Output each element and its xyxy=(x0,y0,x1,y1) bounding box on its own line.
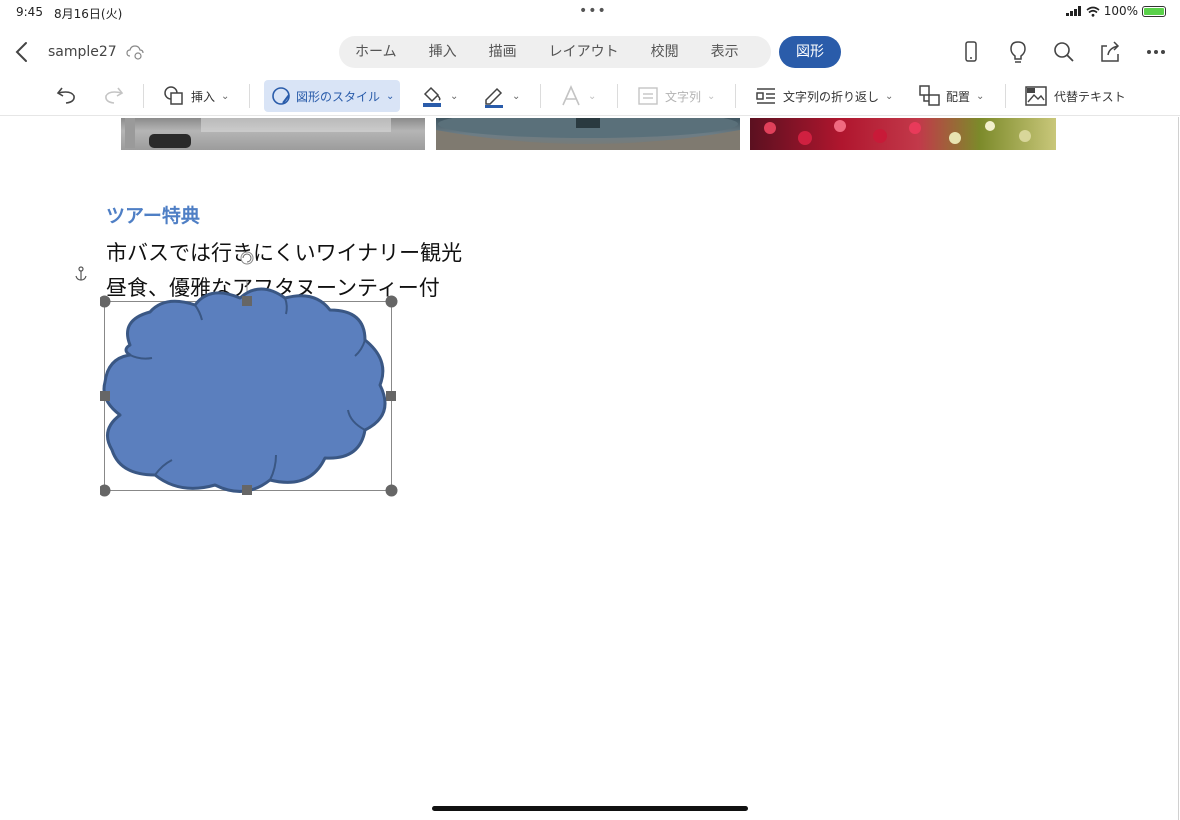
chevron-down-icon: ⌄ xyxy=(885,90,894,102)
ribbon-divider xyxy=(1005,84,1006,108)
search-icon[interactable] xyxy=(1053,40,1075,64)
street-photo[interactable] xyxy=(121,118,425,150)
shape-style-icon xyxy=(272,87,290,105)
title-row: sample27 ホーム 挿入 描画 レイアウト 校閲 表示 図形 xyxy=(0,32,1180,72)
shape-fill-button[interactable]: ⌄ xyxy=(420,80,458,112)
text-direction-icon xyxy=(638,87,658,105)
text-effects-button: ⌄ xyxy=(560,80,596,112)
pen-icon xyxy=(485,87,503,108)
status-time: 9:45 xyxy=(16,5,43,19)
tab-view[interactable]: 表示 xyxy=(695,36,755,68)
status-date: 8月16日(火) xyxy=(54,7,123,21)
insert-shape-button[interactable]: 挿入 ⌄ xyxy=(163,80,229,112)
tab-shape[interactable]: 図形 xyxy=(779,36,841,68)
insert-shape-label: 挿入 xyxy=(191,89,216,104)
tab-home[interactable]: ホーム xyxy=(339,36,413,68)
shape-ribbon: 挿入 ⌄ 図形のスタイル ⌄ ⌄ ⌄ ⌄ 文字列 ⌄ 文字列の折り返し ⌄ 配置… xyxy=(0,76,1180,116)
cloud-shape[interactable] xyxy=(102,287,387,493)
ribbon-divider xyxy=(143,84,144,108)
ribbon-divider xyxy=(617,84,618,108)
battery-percent: 100% xyxy=(1103,4,1138,18)
resize-handle[interactable] xyxy=(242,485,252,495)
document-page[interactable]: ツアー特典 市バスでは行きにくいワイナリー観光 昼食、優雅なアフタヌーンティー付 xyxy=(0,117,1180,820)
flowers-photo[interactable] xyxy=(750,118,1056,150)
anchor-icon xyxy=(75,266,87,281)
resize-handle[interactable] xyxy=(100,484,111,497)
shape-style-button[interactable]: 図形のスタイル ⌄ xyxy=(264,80,401,112)
shape-style-label: 図形のスタイル xyxy=(296,89,381,104)
tab-insert[interactable]: 挿入 xyxy=(413,36,473,68)
tab-draw[interactable]: 描画 xyxy=(473,36,533,68)
shape-outline-button[interactable]: ⌄ xyxy=(482,80,520,112)
undo-icon[interactable] xyxy=(56,84,78,106)
page-edge xyxy=(1178,117,1179,820)
arrange-icon xyxy=(919,85,940,106)
signal-icon xyxy=(1065,6,1081,16)
status-right: 100% xyxy=(1065,4,1166,18)
chevron-down-icon: ⌄ xyxy=(386,90,395,102)
wifi-icon xyxy=(1086,6,1100,17)
shapes-icon xyxy=(164,86,183,105)
arrange-button[interactable]: 配置 ⌄ xyxy=(918,80,984,112)
text-wrap-button[interactable]: 文字列の折り返し ⌄ xyxy=(755,80,893,112)
multitasking-dots-icon[interactable]: ••• xyxy=(579,3,607,19)
cloud-shape-selection[interactable] xyxy=(100,250,400,500)
flowers-photo-detail xyxy=(764,120,1031,145)
back-icon[interactable] xyxy=(12,40,32,64)
battery-icon xyxy=(1142,5,1166,17)
chevron-down-icon: ⌄ xyxy=(450,90,459,102)
chevron-down-icon: ⌄ xyxy=(512,90,521,102)
resize-handle[interactable] xyxy=(385,484,398,497)
resize-handle[interactable] xyxy=(100,391,110,401)
section-heading: ツアー特典 xyxy=(106,205,200,227)
text-wrap-icon xyxy=(756,88,775,104)
home-indicator[interactable] xyxy=(432,806,748,811)
resize-handle[interactable] xyxy=(242,296,252,306)
status-bar: 9:45 8月16日(火) ••• 100% xyxy=(0,0,1180,24)
tab-layout[interactable]: レイアウト xyxy=(533,36,635,68)
redo-icon xyxy=(105,87,124,104)
text-effects-icon xyxy=(562,85,580,106)
chevron-down-icon: ⌄ xyxy=(707,90,716,102)
rotate-handle[interactable] xyxy=(240,251,254,265)
chevron-down-icon: ⌄ xyxy=(221,90,230,102)
text-direction-button: 文字列 ⌄ xyxy=(637,80,715,112)
cloud-sync-icon xyxy=(126,45,144,60)
arrange-label: 配置 xyxy=(946,89,971,104)
chevron-down-icon: ⌄ xyxy=(976,90,985,102)
street-photo-detail xyxy=(125,118,391,148)
ribbon-tabs: ホーム 挿入 描画 レイアウト 校閲 表示 xyxy=(339,36,771,68)
fountain-photo[interactable] xyxy=(436,118,740,150)
alt-text-button[interactable]: 代替テキスト xyxy=(1024,80,1126,112)
document-name[interactable]: sample27 xyxy=(48,44,117,60)
share-icon[interactable] xyxy=(1099,40,1121,64)
fountain-photo-detail xyxy=(436,118,740,150)
resize-handle[interactable] xyxy=(100,295,111,308)
lightbulb-icon[interactable] xyxy=(1008,40,1028,64)
mobile-view-icon[interactable] xyxy=(962,40,980,64)
ribbon-divider xyxy=(540,84,541,108)
alt-text-icon xyxy=(1025,86,1047,106)
text-direction-label: 文字列 xyxy=(665,89,702,104)
more-options-icon[interactable] xyxy=(1146,40,1166,64)
ribbon-divider xyxy=(249,84,250,108)
ribbon-divider xyxy=(735,84,736,108)
resize-handle[interactable] xyxy=(386,391,396,401)
resize-handle[interactable] xyxy=(385,295,398,308)
alt-text-label: 代替テキスト xyxy=(1054,89,1126,104)
chevron-down-icon: ⌄ xyxy=(588,90,597,102)
tab-review[interactable]: 校閲 xyxy=(635,36,695,68)
text-wrap-label: 文字列の折り返し xyxy=(783,89,880,104)
paint-bucket-icon xyxy=(423,86,441,107)
